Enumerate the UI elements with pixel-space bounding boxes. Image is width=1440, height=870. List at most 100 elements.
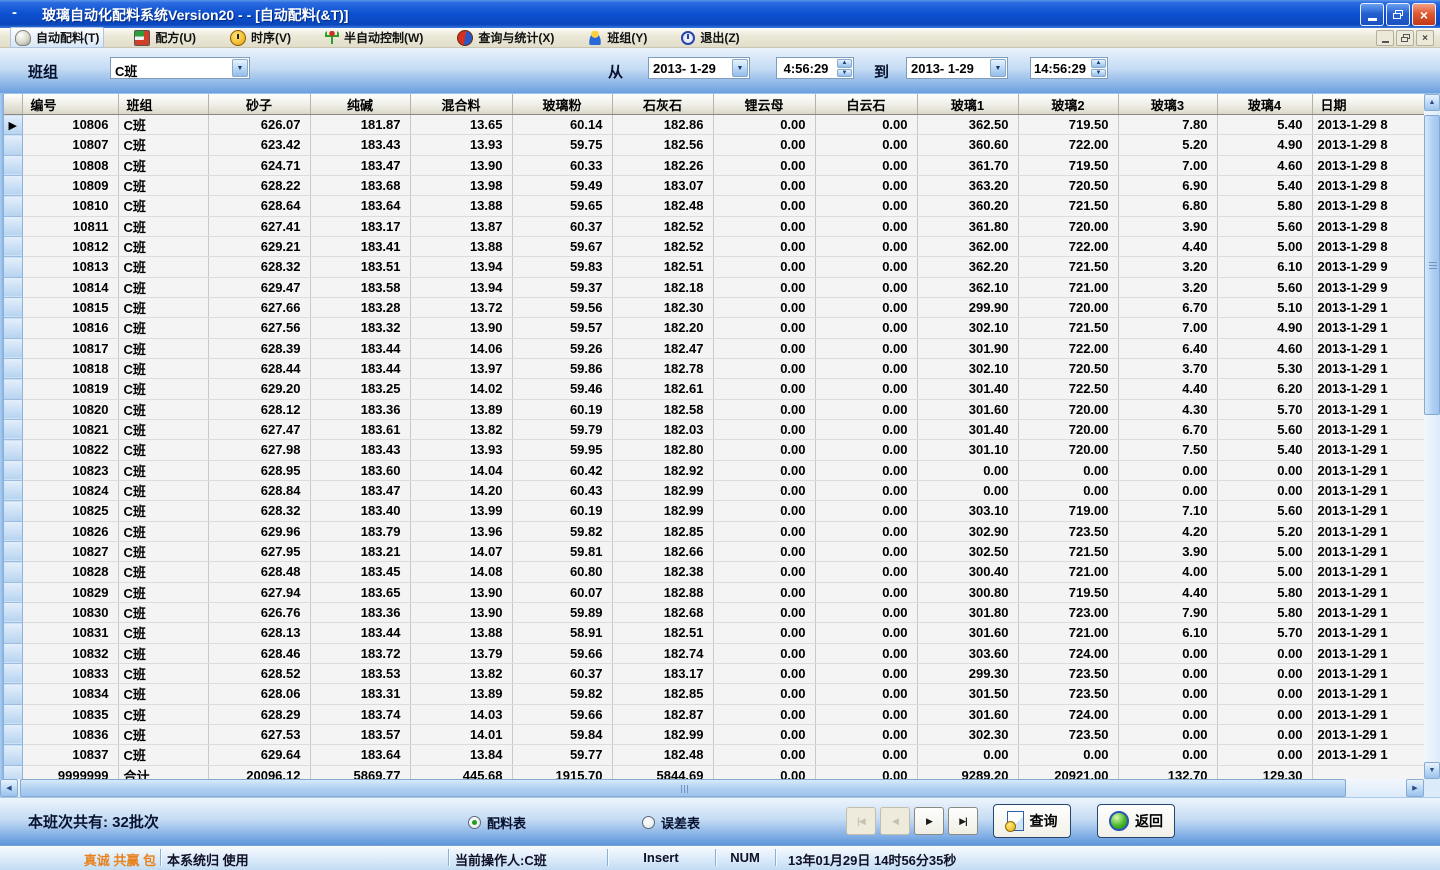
cell: 10820: [22, 399, 118, 419]
vertical-scrollbar[interactable]: ▲ ▼: [1424, 94, 1440, 779]
chevron-down-icon[interactable]: ▼: [732, 59, 748, 77]
column-header[interactable]: 锂云母: [713, 94, 815, 115]
from-time-spinner[interactable]: 4:56:29 ▲ ▼: [776, 57, 854, 79]
table-row[interactable]: 10814C班629.47183.5813.9459.37182.180.000…: [4, 277, 1424, 297]
column-header[interactable]: 班组: [118, 94, 208, 115]
table-row[interactable]: 10825C班628.32183.4013.9960.19182.990.000…: [4, 501, 1424, 521]
cell: 5.70: [1217, 399, 1312, 419]
table-row[interactable]: 10816C班627.56183.3213.9059.57182.200.000…: [4, 318, 1424, 338]
radio-error-table[interactable]: 误差表: [642, 813, 700, 832]
mdi-close-button[interactable]: ×: [1416, 30, 1434, 46]
cell: 10816: [22, 318, 118, 338]
cell: 5.20: [1217, 521, 1312, 541]
cell: 0.00: [815, 419, 917, 439]
radio-selected-icon[interactable]: [468, 816, 481, 829]
column-header[interactable]: 玻璃1: [917, 94, 1018, 115]
table-row[interactable]: 10823C班628.95183.6014.0460.42182.920.000…: [4, 460, 1424, 480]
table-row[interactable]: 10822C班627.98183.4313.9359.95182.800.000…: [4, 440, 1424, 460]
mdi-restore-button[interactable]: [1396, 30, 1414, 46]
row-indicator: [4, 541, 22, 561]
table-row[interactable]: 10834C班628.06183.3113.8959.82182.850.000…: [4, 684, 1424, 704]
vertical-scroll-thumb[interactable]: [1424, 115, 1440, 415]
table-row[interactable]: 10813C班628.32183.5113.9459.83182.510.000…: [4, 257, 1424, 277]
column-header[interactable]: 玻璃3: [1118, 94, 1217, 115]
next-record-button[interactable]: ▶: [914, 807, 944, 835]
menu-item-auto-batch[interactable]: 自动配料(T): [10, 27, 104, 48]
to-date-picker[interactable]: 2013- 1-29 ▼: [906, 57, 1008, 79]
horizontal-scroll-thumb[interactable]: [20, 779, 1346, 797]
column-header[interactable]: 玻璃粉: [512, 94, 612, 115]
table-row[interactable]: 10821C班627.47183.6113.8259.79182.030.000…: [4, 419, 1424, 439]
column-header[interactable]: 日期: [1312, 94, 1424, 115]
table-row[interactable]: 10818C班628.44183.4413.9759.86182.780.000…: [4, 358, 1424, 378]
menu-item-semi-auto[interactable]: 半自动控制(W): [321, 28, 427, 47]
table-row[interactable]: 10833C班628.52183.5313.8260.37183.170.000…: [4, 663, 1424, 683]
spin-down-icon[interactable]: ▼: [837, 69, 852, 78]
spin-up-icon[interactable]: ▲: [837, 59, 852, 68]
total-row[interactable]: 9999999合计20096.125869.77445.681915.70584…: [4, 765, 1424, 779]
menu-item-exit[interactable]: 退出(Z): [677, 28, 743, 47]
column-header[interactable]: 玻璃4: [1217, 94, 1312, 115]
table-row[interactable]: 10815C班627.66183.2813.7259.56182.300.000…: [4, 297, 1424, 317]
cell: 59.67: [512, 236, 612, 256]
table-row[interactable]: 10832C班628.46183.7213.7959.66182.740.000…: [4, 643, 1424, 663]
spin-up-icon[interactable]: ▲: [1091, 59, 1106, 68]
table-row[interactable]: 10820C班628.12183.3613.8960.19182.580.000…: [4, 399, 1424, 419]
scroll-up-button[interactable]: ▲: [1424, 94, 1440, 111]
row-indicator: [4, 135, 22, 155]
minimize-button[interactable]: [1360, 3, 1384, 26]
table-row[interactable]: 10836C班627.53183.5714.0159.84182.990.000…: [4, 724, 1424, 744]
horizontal-scrollbar[interactable]: ◀ ▶: [0, 779, 1424, 797]
cell: 2013-1-29 8: [1312, 216, 1424, 236]
radio-batch-table[interactable]: 配料表: [468, 813, 526, 832]
close-button[interactable]: ×: [1412, 3, 1436, 26]
table-row[interactable]: 10817C班628.39183.4414.0659.26182.470.000…: [4, 338, 1424, 358]
chevron-down-icon[interactable]: ▼: [232, 59, 248, 77]
column-header[interactable]: 白云石: [815, 94, 917, 115]
table-row[interactable]: 10826C班629.96183.7913.9659.82182.850.000…: [4, 521, 1424, 541]
scroll-down-button[interactable]: ▼: [1424, 762, 1440, 779]
scroll-right-button[interactable]: ▶: [1406, 779, 1424, 797]
table-row[interactable]: 10829C班627.94183.6513.9060.07182.880.000…: [4, 582, 1424, 602]
column-header[interactable]: 编号: [22, 94, 118, 115]
table-row[interactable]: 10830C班626.76183.3613.9059.89182.680.000…: [4, 602, 1424, 622]
shift-group-combobox[interactable]: C班 ▼: [110, 57, 250, 79]
cell: 10824: [22, 480, 118, 500]
column-header[interactable]: 砂子: [208, 94, 310, 115]
back-button[interactable]: 返回: [1097, 804, 1175, 838]
menu-item-query-stats[interactable]: 查询与统计(X): [453, 28, 558, 47]
column-header[interactable]: 玻璃2: [1018, 94, 1118, 115]
table-row[interactable]: 10819C班629.20183.2514.0259.46182.610.000…: [4, 379, 1424, 399]
query-button[interactable]: 查询: [993, 804, 1071, 838]
table-row[interactable]: 10809C班628.22183.6813.9859.49183.070.000…: [4, 175, 1424, 195]
table-row[interactable]: 10824C班628.84183.4714.2060.43182.990.000…: [4, 480, 1424, 500]
table-row[interactable]: 10807C班623.42183.4313.9359.75182.560.000…: [4, 135, 1424, 155]
table-row[interactable]: 10810C班628.64183.6413.8859.65182.480.000…: [4, 196, 1424, 216]
chevron-down-icon[interactable]: ▼: [990, 59, 1006, 77]
cell: 627.47: [208, 419, 310, 439]
table-row[interactable]: 10835C班628.29183.7414.0359.66182.870.000…: [4, 704, 1424, 724]
menu-item-shift[interactable]: 班组(Y): [584, 28, 651, 47]
menu-item-timing[interactable]: 时序(V): [226, 28, 295, 47]
table-row[interactable]: ▶10806C班626.07181.8713.6560.14182.860.00…: [4, 115, 1424, 135]
table-row[interactable]: 10828C班628.48183.4514.0860.80182.380.000…: [4, 562, 1424, 582]
restore-button[interactable]: [1386, 3, 1410, 26]
last-record-button[interactable]: ▶|: [948, 807, 978, 835]
column-header[interactable]: 石灰石: [612, 94, 713, 115]
table-row[interactable]: 10812C班629.21183.4113.8859.67182.520.000…: [4, 236, 1424, 256]
column-header[interactable]: 混合料: [410, 94, 512, 115]
column-header[interactable]: 纯碱: [310, 94, 410, 115]
radio-unselected-icon[interactable]: [642, 816, 655, 829]
table-row[interactable]: 10811C班627.41183.1713.8760.37182.520.000…: [4, 216, 1424, 236]
mdi-minimize-button[interactable]: [1376, 30, 1394, 46]
menu-item-recipe[interactable]: 配方(U): [130, 28, 200, 47]
spin-down-icon[interactable]: ▼: [1091, 69, 1106, 78]
to-time-spinner[interactable]: 14:56:29 ▲ ▼: [1030, 57, 1108, 79]
table-row[interactable]: 10831C班628.13183.4413.8858.91182.510.000…: [4, 623, 1424, 643]
from-date-picker[interactable]: 2013- 1-29 ▼: [648, 57, 750, 79]
table-row[interactable]: 10837C班629.64183.6413.8459.77182.480.000…: [4, 745, 1424, 765]
table-row[interactable]: 10827C班627.95183.2114.0759.81182.660.000…: [4, 541, 1424, 561]
scroll-left-button[interactable]: ◀: [0, 779, 18, 797]
cell: 10814: [22, 277, 118, 297]
table-row[interactable]: 10808C班624.71183.4713.9060.33182.260.000…: [4, 155, 1424, 175]
